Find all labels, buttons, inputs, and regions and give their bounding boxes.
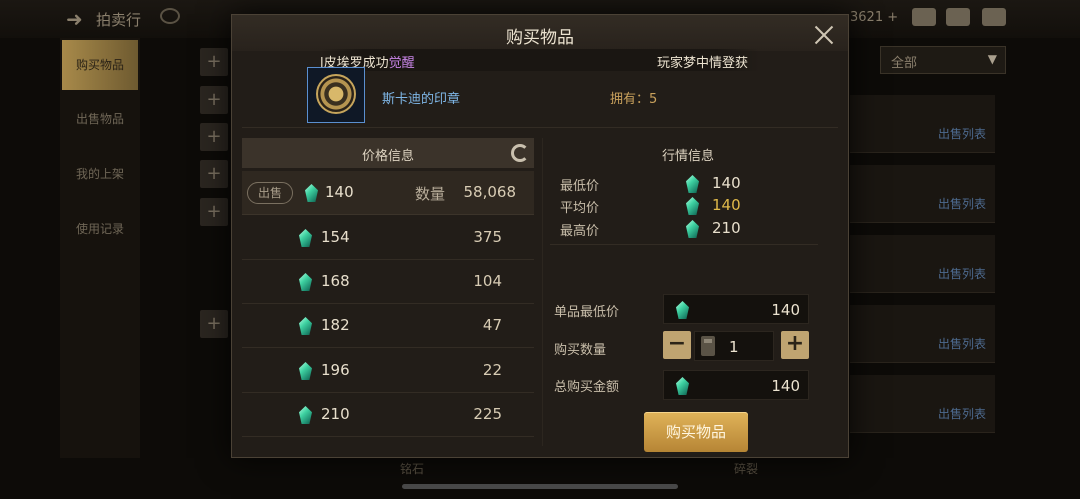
gem-icon	[299, 317, 312, 335]
bottom-label: 铭石	[400, 462, 425, 476]
sidebar-item-my-listings[interactable]: 我的上架	[62, 165, 138, 182]
min-price-label: 最低价	[560, 179, 600, 194]
sidebar	[60, 38, 140, 458]
page-title: 拍卖行	[96, 11, 142, 29]
bottom-label: 碎裂	[734, 462, 759, 476]
table-row[interactable]: 168 104	[242, 260, 534, 304]
quantity-value: 47	[482, 316, 502, 334]
bag-icon[interactable]	[912, 8, 936, 26]
total-cost-label: 总购买金额	[554, 380, 620, 395]
expand-plus-icon[interactable]: +	[200, 123, 228, 151]
quantity-value: 375	[473, 228, 502, 246]
divider	[542, 138, 543, 446]
buy-item-dialog: 购买物品 l皮埃罗成功觉醒 玩家梦中情登获⁠ 斯卡迪的印章 拥有：5 价格信息 …	[231, 14, 849, 458]
price-info-title: 价格信息	[361, 149, 414, 164]
market-info-panel: 最低价 140 平均价 140 最高价 210	[550, 171, 818, 245]
table-row[interactable]: 210 225	[242, 393, 534, 437]
quantity-value: 58,068	[463, 183, 517, 201]
gem-icon	[686, 220, 699, 238]
sell-list-link[interactable]: 出售列表	[938, 335, 986, 352]
item-name: 斯卡迪的印章	[382, 92, 461, 107]
price-info-header: 价格信息	[242, 138, 534, 168]
quantity-label: 购买数量	[554, 343, 607, 358]
owned-count: 拥有：5	[610, 92, 658, 107]
table-row[interactable]: 182 47	[242, 304, 534, 348]
dialog-title: 购买物品	[506, 28, 574, 48]
home-indicator	[402, 484, 678, 489]
item-slot[interactable]	[307, 67, 365, 123]
buy-item-button[interactable]: 购买物品	[644, 412, 748, 452]
sell-list-link[interactable]: 出售列表	[938, 125, 986, 142]
mail-icon[interactable]	[946, 8, 970, 26]
unit-min-price-label: 单品最低价	[554, 305, 620, 320]
avg-price-label: 平均价	[560, 201, 600, 216]
avg-price-value: 140	[712, 196, 741, 214]
sell-list-link[interactable]: 出售列表	[938, 405, 986, 422]
list-item[interactable]	[850, 95, 995, 153]
list-item[interactable]	[850, 375, 995, 433]
close-icon[interactable]	[812, 23, 836, 47]
gem-icon	[676, 377, 689, 395]
unit-min-price-field: 140	[663, 294, 809, 324]
gem-icon	[299, 229, 312, 247]
expand-plus-icon[interactable]: +	[200, 310, 228, 338]
gem-icon	[299, 362, 312, 380]
increase-quantity-button[interactable]: +	[781, 331, 809, 359]
divider	[242, 127, 838, 128]
refresh-icon[interactable]	[511, 144, 529, 162]
gem-icon	[676, 301, 689, 319]
quantity-value: 1	[729, 338, 739, 356]
gem-icon	[686, 175, 699, 193]
total-cost-value: 140	[771, 377, 800, 395]
expand-plus-icon[interactable]: +	[200, 198, 228, 226]
list-item[interactable]	[850, 305, 995, 363]
unit-min-price-value: 140	[771, 301, 800, 319]
quantity-label: 数量	[415, 185, 446, 203]
price-value: 196	[321, 361, 350, 379]
sell-list-link[interactable]: 出售列表	[938, 195, 986, 212]
min-price-value: 140	[712, 174, 741, 192]
gem-icon	[305, 184, 318, 202]
sell-tag: 出售	[247, 182, 293, 204]
list-item[interactable]	[850, 235, 995, 293]
gem-icon	[299, 406, 312, 424]
announcement-ticker: l皮埃罗成功觉醒 玩家梦中情登获⁠	[320, 49, 760, 71]
decrease-quantity-button[interactable]: −	[663, 331, 691, 359]
price-value: 154	[321, 228, 350, 246]
table-row[interactable]: 154 375	[242, 216, 534, 260]
sidebar-item-history[interactable]: 使用记录	[62, 220, 138, 237]
quantity-value: 22	[482, 361, 502, 379]
price-value: 168	[321, 272, 350, 290]
expand-plus-icon[interactable]: +	[200, 86, 228, 114]
chat-icon[interactable]	[982, 8, 1006, 26]
price-value: 210	[321, 405, 350, 423]
expand-plus-icon[interactable]: +	[200, 160, 228, 188]
ticker-message: 玩家梦中情登获⁠	[657, 56, 749, 71]
sidebar-item-buy[interactable]: 购买物品	[62, 56, 138, 73]
gem-icon	[686, 197, 699, 215]
table-row[interactable]: 196 22	[242, 349, 534, 393]
max-price-value: 210	[712, 219, 741, 237]
quantity-input[interactable]: 1	[694, 331, 774, 361]
price-value: 140	[325, 183, 354, 201]
table-row[interactable]: 出售 140 数量 58,068	[242, 171, 534, 215]
seal-icon	[316, 74, 356, 114]
market-info-title: 行情信息	[661, 149, 714, 164]
expand-plus-icon[interactable]: +	[200, 48, 228, 76]
currency-display: 3621 +	[850, 10, 899, 25]
sell-list-link[interactable]: 出售列表	[938, 265, 986, 282]
calculator-icon[interactable]	[701, 336, 715, 356]
max-price-label: 最高价	[560, 224, 600, 239]
quantity-value: 225	[473, 405, 502, 423]
quantity-value: 104	[473, 272, 502, 290]
gem-icon	[299, 273, 312, 291]
eye-icon[interactable]	[160, 8, 180, 24]
price-value: 182	[321, 316, 350, 334]
category-filter-dropdown[interactable]: 全部	[880, 46, 1006, 74]
sidebar-item-sell[interactable]: 出售物品	[62, 110, 138, 127]
total-cost-field: 140	[663, 370, 809, 400]
list-item[interactable]	[850, 165, 995, 223]
back-arrow-icon[interactable]: ➜	[66, 7, 83, 31]
